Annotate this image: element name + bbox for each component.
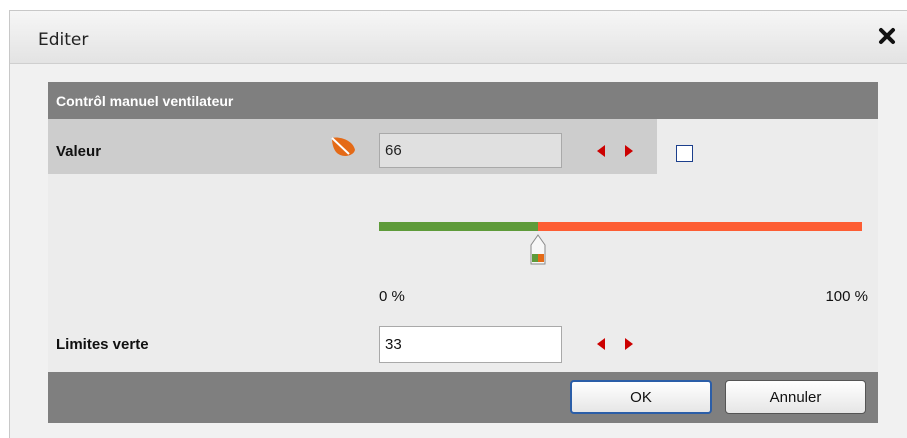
dialog-footer: OK Annuler — [48, 372, 878, 423]
settings-panel: Contrôl manuel ventilateur Valeur 0 % 10… — [48, 82, 878, 423]
section-header: Contrôl manuel ventilateur — [48, 82, 878, 119]
slider-min-label: 0 % — [379, 288, 405, 305]
valeur-checkbox[interactable] — [676, 145, 693, 162]
leaf-icon — [331, 137, 355, 156]
valeur-input[interactable] — [379, 133, 562, 168]
dialog-titlebar: Editer — [10, 11, 907, 64]
edit-dialog: Editer Contrôl manuel ventilateur Valeur — [9, 10, 907, 438]
limites-verte-input[interactable] — [379, 326, 562, 363]
decrease-limites-arrow-icon[interactable] — [596, 337, 606, 351]
slider-green-range — [379, 222, 538, 231]
decrease-valeur-arrow-icon[interactable] — [596, 144, 606, 158]
section-title: Contrôl manuel ventilateur — [56, 93, 234, 109]
increase-valeur-arrow-icon[interactable] — [624, 144, 634, 158]
slider-handle[interactable] — [527, 234, 549, 268]
cancel-button[interactable]: Annuler — [725, 380, 866, 414]
increase-limites-arrow-icon[interactable] — [624, 337, 634, 351]
limites-verte-label: Limites verte — [56, 336, 149, 353]
close-icon[interactable] — [876, 25, 898, 47]
valeur-label: Valeur — [56, 143, 102, 160]
slider-red-range — [538, 222, 862, 231]
slider-max-label: 100 % — [825, 288, 868, 305]
ok-button[interactable]: OK — [570, 380, 712, 414]
dialog-title: Editer — [38, 30, 89, 50]
